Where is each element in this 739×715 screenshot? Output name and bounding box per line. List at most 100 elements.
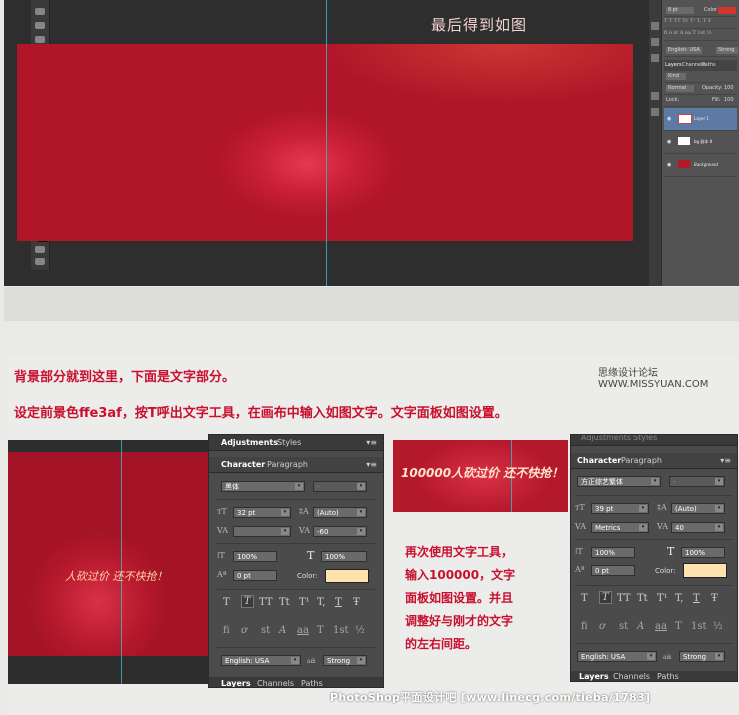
all-caps-button[interactable]: TT <box>617 593 631 604</box>
font-family-select[interactable]: 方正综艺繁体 ▾ <box>577 476 661 487</box>
language-select[interactable]: English: USA ▾ <box>577 651 657 662</box>
horizontal-scale-field[interactable]: 100% <box>321 551 367 562</box>
faux-bold-button[interactable]: T <box>581 593 588 604</box>
tab-styles[interactable]: Styles <box>277 438 301 447</box>
tab-adjustments[interactable]: Adjustments <box>581 435 631 442</box>
old-style-button[interactable]: ơ <box>241 625 247 636</box>
superscript-button[interactable]: T¹ <box>299 597 310 608</box>
ordinals-button[interactable]: 1st <box>691 621 707 632</box>
opentype-buttons[interactable]: fi ơ st A aa T 1st ½ <box>664 30 737 41</box>
layer-filter-select[interactable]: Kind <box>666 73 686 80</box>
underline-button[interactable]: T <box>335 597 342 608</box>
tab-layers[interactable]: Layers <box>665 62 682 68</box>
titling-alternates-button[interactable]: T <box>317 625 324 636</box>
tab-paths[interactable]: Paths <box>301 679 323 687</box>
tab-adjustments[interactable]: Adjustments <box>221 438 278 447</box>
font-size-field[interactable]: 39 pt ▾ <box>591 503 649 514</box>
faux-italic-button[interactable]: T <box>599 591 612 604</box>
old-style-button[interactable]: ơ <box>599 621 605 632</box>
tab-paths[interactable]: Paths <box>702 62 716 68</box>
text-color-swatch[interactable] <box>683 563 727 578</box>
tab-paragraph[interactable]: Paragraph <box>267 460 308 469</box>
font-family-select[interactable]: 黑体 ▾ <box>221 481 305 492</box>
fractions-button[interactable]: ½ <box>355 625 365 636</box>
history-icon[interactable] <box>651 22 659 30</box>
baseline-shift-field[interactable]: 0 pt <box>233 570 277 581</box>
visibility-eye-icon[interactable]: ◉ <box>667 139 671 145</box>
superscript-button[interactable]: T¹ <box>657 593 668 604</box>
all-caps-button[interactable]: TT <box>259 597 273 608</box>
language-select[interactable]: English: USA <box>666 47 702 54</box>
font-style-select[interactable]: - ▾ <box>313 481 367 492</box>
strikethrough-button[interactable]: Ŧ <box>353 597 360 608</box>
tab-channels[interactable]: Channels <box>257 679 294 687</box>
faux-bold-button[interactable]: T <box>223 597 230 608</box>
screen-mode-icon[interactable] <box>35 258 45 265</box>
quick-mask-icon[interactable] <box>35 246 45 253</box>
canvas-text[interactable]: 100000人砍过价 还不快抢！ <box>401 464 563 481</box>
baseline-shift-field[interactable]: 0 pt <box>591 565 635 576</box>
move-tool-icon[interactable] <box>35 8 45 15</box>
titling-alternates-button[interactable]: T <box>675 621 682 632</box>
ligature-button[interactable]: fi <box>223 625 230 636</box>
canvas-step-1[interactable]: 人砍过价 还不快抢！ <box>8 440 208 684</box>
info-icon[interactable] <box>651 54 659 62</box>
antialias-select[interactable]: Strong <box>716 47 738 54</box>
layer-row[interactable]: ◉ bg 副本 8 <box>664 131 737 154</box>
panel-menu-icon[interactable]: ▾≡ <box>366 460 377 469</box>
subscript-button[interactable]: T, <box>675 593 683 604</box>
ordinals-button[interactable]: 1st <box>333 625 349 636</box>
opacity-value[interactable]: 100 <box>724 85 734 91</box>
swash-button[interactable]: A <box>279 625 286 636</box>
leading-field[interactable]: (Auto) ▾ <box>671 503 725 514</box>
tab-layers[interactable]: Layers <box>221 679 251 687</box>
swash-button[interactable]: A <box>637 621 644 632</box>
tab-styles[interactable]: Styles <box>633 435 657 442</box>
tracking-field[interactable]: 40 ▾ <box>671 522 725 533</box>
layer-row[interactable]: ◉ Layer 1 <box>664 108 737 131</box>
faux-italic-button[interactable]: T <box>241 595 254 608</box>
discretionary-ligature-button[interactable]: st <box>619 621 628 632</box>
underline-button[interactable]: T <box>693 593 700 604</box>
font-style-select[interactable]: - ▾ <box>669 476 725 487</box>
small-caps-button[interactable]: Tt <box>279 597 290 608</box>
vertical-scale-field[interactable]: 100% <box>591 547 635 558</box>
language-select[interactable]: English: USA ▾ <box>221 655 301 666</box>
layer-row[interactable]: ◉ Background <box>664 154 737 177</box>
ligature-button[interactable]: fi <box>581 621 588 632</box>
tab-paragraph[interactable]: Paragraph <box>621 456 662 465</box>
lasso-tool-icon[interactable] <box>35 36 45 43</box>
visibility-eye-icon[interactable]: ◉ <box>667 162 671 168</box>
horizontal-scale-field[interactable]: 100% <box>681 547 725 558</box>
marquee-tool-icon[interactable] <box>35 22 45 29</box>
tab-channels[interactable]: Channels <box>613 672 650 681</box>
tab-character[interactable]: Character <box>577 456 621 465</box>
kerning-field[interactable]: Metrics ▾ <box>591 522 649 533</box>
type-style-buttons[interactable]: T T TT Tт T¹ T, T Ŧ <box>664 18 737 29</box>
canvas-step-2[interactable]: 100000人砍过价 还不快抢！ <box>393 440 568 512</box>
leading-field[interactable]: (Auto) ▾ <box>313 507 367 518</box>
text-color-swatch[interactable] <box>325 569 369 583</box>
kerning-field[interactable]: ▾ <box>233 526 291 537</box>
panel-menu-icon[interactable]: ▾≡ <box>720 456 731 465</box>
font-size-field[interactable]: 32 pt ▾ <box>233 507 291 518</box>
fractions-button[interactable]: ½ <box>713 621 723 632</box>
canvas-red-background[interactable] <box>17 44 633 241</box>
color-swatch[interactable] <box>718 7 736 14</box>
vertical-scale-field[interactable]: 100% <box>233 551 277 562</box>
small-caps-button[interactable]: Tt <box>637 593 648 604</box>
tab-character[interactable]: Character <box>221 460 265 469</box>
discretionary-ligature-button[interactable]: st <box>261 625 270 636</box>
panel-menu-icon[interactable]: ▾≡ <box>366 438 377 447</box>
blend-mode-select[interactable]: Normal <box>666 85 694 92</box>
font-size-field[interactable]: 8 pt <box>666 7 694 14</box>
character-icon[interactable] <box>651 92 659 100</box>
tab-layers[interactable]: Layers <box>579 672 609 681</box>
stylistic-alternates-button[interactable]: aa <box>297 625 309 636</box>
antialias-select[interactable]: Strong ▾ <box>679 651 725 662</box>
tab-paths[interactable]: Paths <box>657 672 679 681</box>
stylistic-alternates-button[interactable]: aa <box>655 621 667 632</box>
paragraph-icon[interactable] <box>651 108 659 116</box>
properties-icon[interactable] <box>651 38 659 46</box>
tracking-field[interactable]: -60 ▾ <box>313 526 367 537</box>
